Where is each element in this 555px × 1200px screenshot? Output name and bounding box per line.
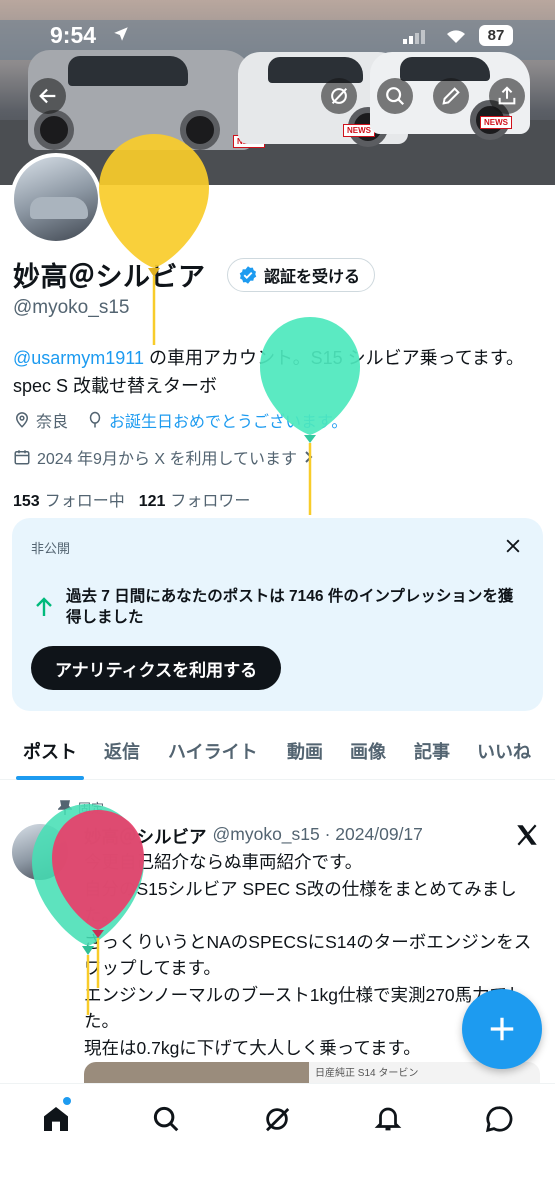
impressions-message: 過去 7 日間にあなたのポストは 7146 件のインプレッションを獲得しました	[66, 588, 514, 626]
post-meta: @myoko_s15 · 2024/09/17	[212, 824, 423, 844]
location-pin-icon	[15, 412, 29, 428]
compose-button[interactable]	[462, 989, 542, 1069]
tab-photos[interactable]: 画像	[350, 738, 386, 764]
tab-highlights[interactable]: ハイライト	[168, 738, 258, 764]
status-time: 9:54	[50, 22, 97, 48]
edit-profile-button[interactable]	[433, 78, 469, 114]
verified-badge-icon	[239, 266, 257, 284]
close-button[interactable]	[503, 536, 523, 561]
notification-dot	[63, 1097, 71, 1105]
grok-icon	[331, 87, 348, 105]
back-arrow-icon	[39, 88, 56, 104]
tab-replies[interactable]: 返信	[104, 738, 140, 764]
red-balloon	[52, 810, 144, 988]
active-tab-indicator	[16, 776, 84, 780]
grok-icon	[266, 1108, 290, 1132]
bio-mention-link[interactable]: @usarmym1911	[13, 348, 144, 368]
tab-likes[interactable]: いいね	[477, 738, 531, 764]
teal-balloon	[260, 317, 360, 515]
bottom-navigation	[0, 1083, 555, 1200]
search-icon	[153, 1106, 179, 1132]
search-button[interactable]	[377, 78, 413, 114]
notifications-button[interactable]	[370, 1101, 406, 1137]
followers-link[interactable]: 121 フォロワー	[139, 487, 251, 511]
search-icon	[386, 87, 405, 106]
tab-videos[interactable]: 動画	[287, 738, 323, 764]
location-text: 奈良	[36, 414, 69, 431]
profile-avatar[interactable]	[10, 153, 102, 245]
explore-button[interactable]	[148, 1101, 184, 1137]
following-link[interactable]: 153 フォロー中	[13, 487, 125, 511]
followers-label: フォロワー	[170, 493, 251, 510]
status-bar: 9:54 87	[0, 22, 555, 52]
pencil-icon	[442, 87, 460, 105]
arrow-up-icon	[35, 596, 53, 623]
post-line: ざっくりいうとNAのSPECSにS14のターボエンジンをスワップしてます。	[84, 931, 532, 979]
following-count: 153	[13, 493, 40, 510]
share-button[interactable]	[489, 78, 525, 114]
get-verified-button[interactable]: 認証を受ける	[227, 258, 376, 292]
balloon-icon	[89, 411, 101, 428]
post-image-photo	[84, 1062, 309, 1084]
plus-icon	[490, 1017, 514, 1041]
analytics-card: 非公開 過去 7 日間にあなたのポストは 7146 件のインプレッションを獲得し…	[12, 518, 543, 711]
calendar-icon	[14, 450, 30, 465]
private-label: 非公開	[31, 541, 71, 556]
location-item: 奈良	[13, 408, 68, 432]
chat-bubble-icon	[485, 1106, 513, 1133]
home-icon	[44, 1107, 68, 1131]
following-label: フォロー中	[44, 493, 125, 510]
home-button[interactable]	[38, 1097, 74, 1137]
location-arrow-icon	[112, 25, 130, 48]
messages-button[interactable]	[481, 1101, 517, 1137]
share-icon	[498, 86, 516, 105]
post-image[interactable]: 日産純正 S14 タービン	[84, 1062, 540, 1084]
tab-posts[interactable]: ポスト	[23, 738, 77, 764]
tab-articles[interactable]: 記事	[414, 738, 450, 764]
bell-icon	[374, 1107, 402, 1131]
yellow-balloon	[99, 134, 209, 345]
post-line: 今更自己紹介ならぬ車両紹介です。	[84, 852, 363, 872]
followers-count: 121	[138, 493, 166, 510]
post-line: 自分のS15シルビア SPEC S改の仕様をまとめてみました。	[84, 878, 517, 926]
get-verified-label: 認証を受ける	[264, 269, 361, 286]
avatar-car	[30, 197, 88, 219]
wifi-icon	[444, 26, 468, 49]
grok-nav-button[interactable]	[259, 1101, 295, 1137]
analytics-button[interactable]: アナリティクスを利用する	[31, 646, 282, 690]
grok-button[interactable]	[321, 78, 357, 114]
profile-tabs: ポスト 返信 ハイライト 動画 画像 記事 いいね	[0, 730, 555, 780]
battery-indicator: 87	[479, 25, 513, 46]
close-icon	[506, 539, 520, 553]
follow-stats: 153 フォロー中 121 フォロワー	[13, 487, 250, 511]
cellular-signal-icon	[403, 30, 425, 49]
back-button[interactable]	[30, 78, 66, 114]
banner-news-badge: NEWS	[480, 116, 512, 129]
